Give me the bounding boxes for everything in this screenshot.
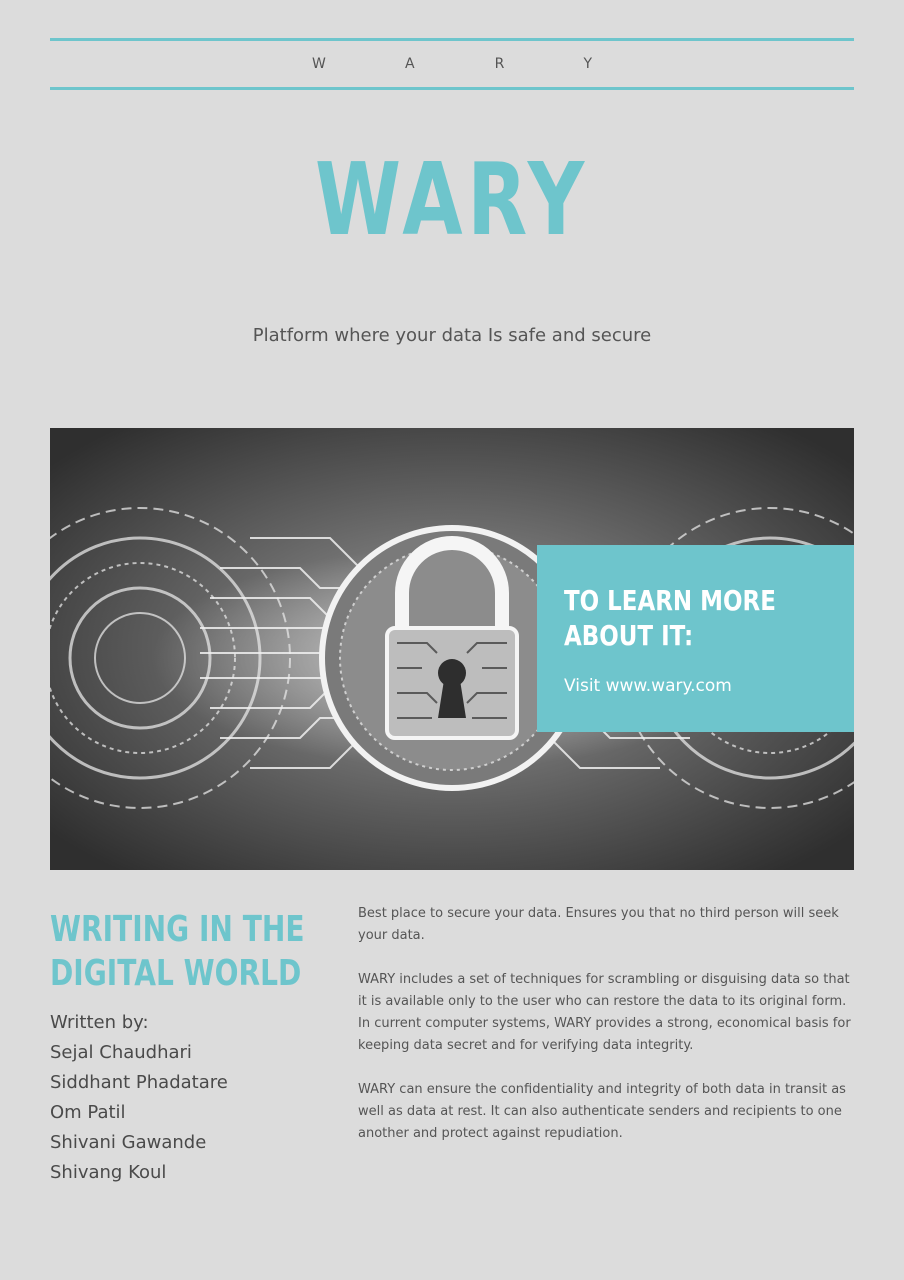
tagline: Platform where your data Is safe and sec…: [252, 325, 652, 346]
authors-label: Written by:: [50, 1012, 149, 1033]
callout-title-line1: TO LEARN MORE: [564, 584, 776, 617]
callout-title: TO LEARN MORE ABOUT IT:: [564, 583, 794, 653]
author-name: Shivang Koul: [50, 1162, 167, 1183]
callout-title-line2: ABOUT IT:: [564, 619, 694, 652]
author-name: Sejal Chaudhari: [50, 1042, 192, 1063]
section-title: WRITING IN THE DIGITAL WORLD: [50, 908, 305, 996]
body-paragraph: WARY can ensure the confidentiality and …: [358, 1082, 846, 1141]
learn-more-callout: TO LEARN MORE ABOUT IT: Visit www.wary.c…: [537, 545, 854, 732]
author-name: Om Patil: [50, 1102, 126, 1123]
masthead: WARY: [311, 56, 673, 72]
author-name: Siddhant Phadatare: [50, 1072, 228, 1093]
bottom-rule: [50, 87, 854, 90]
body-paragraph: Best place to secure your data. Ensures …: [358, 906, 839, 943]
top-rule: [50, 38, 854, 41]
author-name: Shivani Gawande: [50, 1132, 207, 1153]
body-text: Best place to secure your data. Ensures …: [358, 903, 854, 1167]
body-paragraph: WARY includes a set of techniques for sc…: [358, 972, 851, 1053]
section-title-line1: WRITING IN THE: [50, 909, 305, 950]
authors-block: Written by: Sejal Chaudhari Siddhant Pha…: [50, 1008, 228, 1188]
website-link[interactable]: Visit www.wary.com: [564, 676, 732, 696]
section-title-line2: DIGITAL WORLD: [50, 953, 302, 994]
page-title: WARY: [315, 141, 589, 258]
